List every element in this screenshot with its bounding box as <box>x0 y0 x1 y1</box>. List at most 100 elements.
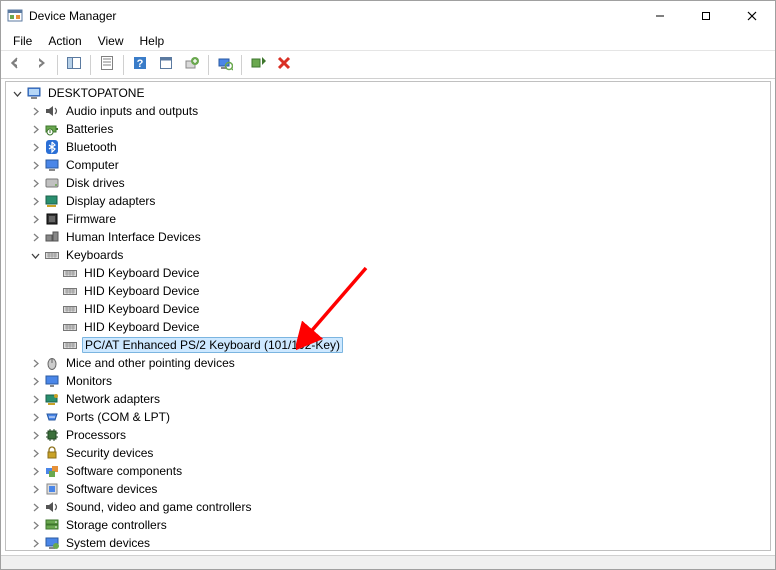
tree-node[interactable]: Human Interface Devices <box>6 228 770 246</box>
tree-node[interactable]: HID Keyboard Device <box>6 282 770 300</box>
close-button[interactable] <box>729 1 775 31</box>
chevron-right-icon[interactable] <box>28 230 42 244</box>
minimize-button[interactable] <box>637 1 683 31</box>
tree-node[interactable]: HID Keyboard Device <box>6 300 770 318</box>
chevron-right-icon[interactable] <box>28 158 42 172</box>
menu-help[interactable]: Help <box>132 32 173 50</box>
add-legacy-button[interactable] <box>246 54 270 76</box>
chevron-right-icon[interactable] <box>28 140 42 154</box>
tree-node-label: Bluetooth <box>64 140 119 154</box>
back-button[interactable] <box>3 54 27 76</box>
chevron-right-icon[interactable] <box>28 392 42 406</box>
tree-node[interactable]: Software devices <box>6 480 770 498</box>
chevron-down-icon[interactable] <box>28 248 42 262</box>
chevron-right-icon[interactable] <box>28 446 42 460</box>
chevron-right-icon[interactable] <box>28 464 42 478</box>
chevron-right-icon[interactable] <box>28 104 42 118</box>
software-components-icon <box>44 463 60 479</box>
tree-node-label: Software components <box>64 464 184 478</box>
scan-hardware-button[interactable] <box>213 54 237 76</box>
tree-node[interactable]: System devices <box>6 534 770 551</box>
chevron-right-icon[interactable] <box>28 176 42 190</box>
menu-view[interactable]: View <box>90 32 132 50</box>
chevron-right-icon[interactable] <box>28 536 42 550</box>
tree-node[interactable]: Storage controllers <box>6 516 770 534</box>
tree-node-label: HID Keyboard Device <box>82 284 201 298</box>
uninstall-button[interactable] <box>272 54 296 76</box>
chevron-spacer <box>46 266 60 280</box>
tree-node-label: DESKTOPATONE <box>46 86 146 100</box>
tree-node[interactable]: Software components <box>6 462 770 480</box>
menu-file[interactable]: File <box>5 32 40 50</box>
help-button[interactable]: ? <box>128 54 152 76</box>
help-icon: ? <box>132 55 148 74</box>
tree-node[interactable]: Bluetooth <box>6 138 770 156</box>
chevron-down-icon[interactable] <box>10 86 24 100</box>
tree-node[interactable]: Sound, video and game controllers <box>6 498 770 516</box>
chevron-right-icon[interactable] <box>28 518 42 532</box>
keyboard-icon <box>62 265 78 281</box>
tree-node[interactable]: HID Keyboard Device <box>6 264 770 282</box>
storage-icon <box>44 517 60 533</box>
menu-action[interactable]: Action <box>40 32 89 50</box>
chevron-right-icon[interactable] <box>28 374 42 388</box>
chevron-right-icon[interactable] <box>28 194 42 208</box>
tree-node[interactable]: DESKTOPATONE <box>6 84 770 102</box>
chevron-right-icon[interactable] <box>28 482 42 496</box>
keyboard-icon <box>62 319 78 335</box>
keyboard-icon <box>62 337 78 353</box>
tree-node-label: Software devices <box>64 482 159 496</box>
tree-node[interactable]: Processors <box>6 426 770 444</box>
tree-node[interactable]: Audio inputs and outputs <box>6 102 770 120</box>
tree-node[interactable]: Keyboards <box>6 246 770 264</box>
tree-node[interactable]: Batteries <box>6 120 770 138</box>
hid-icon <box>44 229 60 245</box>
display-adapter-icon <box>44 193 60 209</box>
maximize-button[interactable] <box>683 1 729 31</box>
tree-node[interactable]: Display adapters <box>6 192 770 210</box>
tree-pane-icon <box>66 55 82 74</box>
tree-node[interactable]: Mice and other pointing devices <box>6 354 770 372</box>
tree-node-label: Network adapters <box>64 392 162 406</box>
device-tree[interactable]: DESKTOPATONE Audio inputs and outputsBatt… <box>5 81 771 551</box>
tree-node[interactable]: Monitors <box>6 372 770 390</box>
tree-node[interactable]: Security devices <box>6 444 770 462</box>
tree-node-label: PC/AT Enhanced PS/2 Keyboard (101/102-Ke… <box>82 337 343 353</box>
network-icon <box>44 391 60 407</box>
security-icon <box>44 445 60 461</box>
device-manager-window: Device Manager File Action View Help <box>0 0 776 570</box>
tree-node[interactable]: Disk drives <box>6 174 770 192</box>
show-hide-tree-button[interactable] <box>62 54 86 76</box>
port-icon <box>44 409 60 425</box>
update-driver-button[interactable] <box>180 54 204 76</box>
window-title: Device Manager <box>29 9 637 23</box>
tree-node-label: Monitors <box>64 374 114 388</box>
chevron-right-icon[interactable] <box>28 212 42 226</box>
software-devices-icon <box>44 481 60 497</box>
forward-button[interactable] <box>29 54 53 76</box>
properties-button[interactable] <box>95 54 119 76</box>
chevron-right-icon[interactable] <box>28 428 42 442</box>
keyboard-icon <box>62 301 78 317</box>
menubar: File Action View Help <box>1 31 775 51</box>
tree-node[interactable]: Firmware <box>6 210 770 228</box>
titlebar: Device Manager <box>1 1 775 31</box>
scan-hardware-icon <box>217 55 233 74</box>
chevron-right-icon[interactable] <box>28 500 42 514</box>
toolbar-separator <box>57 55 58 75</box>
tree-node[interactable]: HID Keyboard Device <box>6 318 770 336</box>
bluetooth-icon <box>44 139 60 155</box>
tree-node[interactable]: Ports (COM & LPT) <box>6 408 770 426</box>
tree-node[interactable]: Network adapters <box>6 390 770 408</box>
tree-node-label: Storage controllers <box>64 518 169 532</box>
chevron-right-icon[interactable] <box>28 410 42 424</box>
tree-node[interactable]: Computer <box>6 156 770 174</box>
chevron-right-icon[interactable] <box>28 356 42 370</box>
chevron-right-icon[interactable] <box>28 122 42 136</box>
action-small-button[interactable] <box>154 54 178 76</box>
tree-node[interactable]: PC/AT Enhanced PS/2 Keyboard (101/102-Ke… <box>6 336 770 354</box>
computer-icon <box>44 157 60 173</box>
toolbar-separator <box>90 55 91 75</box>
tree-node-label: Sound, video and game controllers <box>64 500 253 514</box>
toolbar: ? <box>1 51 775 79</box>
